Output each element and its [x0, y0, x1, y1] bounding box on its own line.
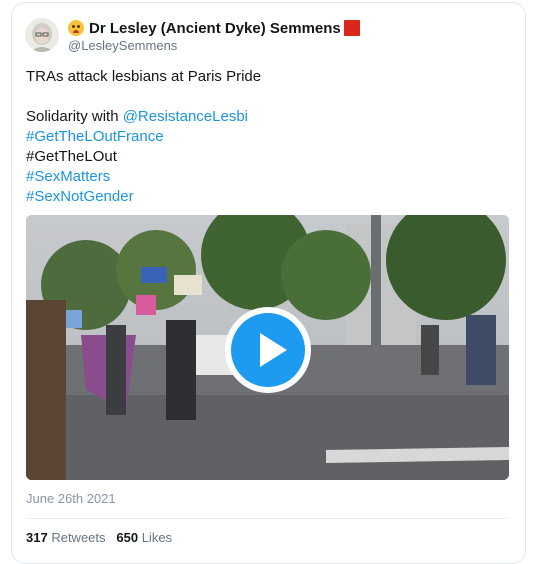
- author-name-row[interactable]: Dr Lesley (Ancient Dyke) Semmens: [68, 18, 360, 38]
- like-count[interactable]: 650: [116, 530, 138, 545]
- tweet-stats: 317 Retweets 650 Likes: [26, 530, 172, 545]
- hashtag-link[interactable]: #SexNotGender: [26, 187, 506, 207]
- red-square-emoji-icon: [343, 20, 360, 36]
- video-thumbnail[interactable]: [26, 215, 509, 480]
- tweet-date[interactable]: June 26th 2021: [26, 491, 116, 506]
- tweet-line: Solidarity with @ResistanceLesbi: [26, 107, 506, 127]
- author-name[interactable]: Dr Lesley (Ancient Dyke) Semmens: [89, 20, 341, 37]
- play-button[interactable]: [225, 307, 311, 393]
- retweets-label[interactable]: Retweets: [51, 530, 105, 545]
- retweet-count[interactable]: 317: [26, 530, 48, 545]
- tweet-line: #GetTheLOut: [26, 148, 117, 165]
- avatar-image: [25, 18, 59, 52]
- tweet-text: TRAs attack lesbians at Paris Pride Soli…: [26, 67, 506, 207]
- avatar[interactable]: [25, 18, 59, 52]
- play-icon: [231, 313, 305, 387]
- mention-link[interactable]: @ResistanceLesbi: [123, 108, 248, 125]
- tweet-line: TRAs attack lesbians at Paris Pride: [26, 68, 262, 85]
- divider: [26, 518, 507, 519]
- likes-label[interactable]: Likes: [142, 530, 172, 545]
- hashtag-link[interactable]: #SexMatters: [26, 167, 506, 187]
- worried-face-emoji-icon: [68, 20, 84, 36]
- tweet-line-text: Solidarity with: [26, 108, 123, 125]
- hashtag-link[interactable]: #GetTheLOutFrance: [26, 127, 506, 147]
- author-handle[interactable]: @LesleySemmens: [68, 38, 177, 53]
